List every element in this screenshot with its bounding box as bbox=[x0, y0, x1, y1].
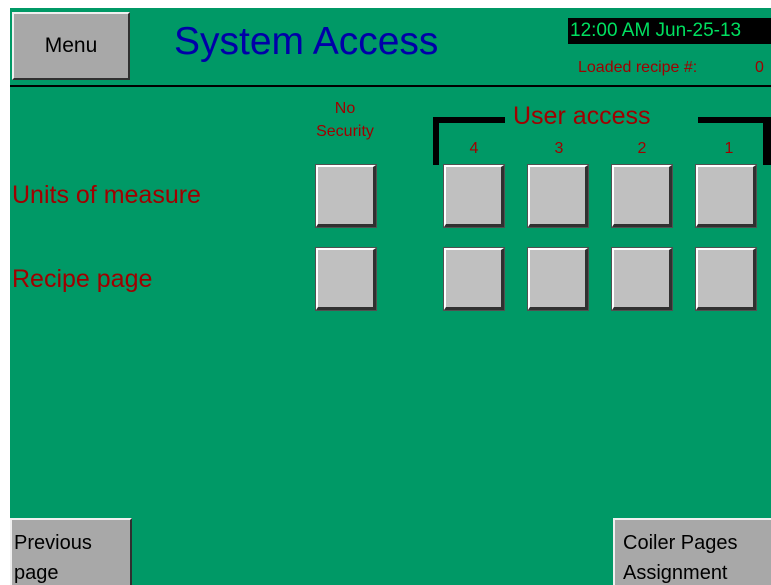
units-level-4-checkbox[interactable] bbox=[443, 164, 505, 228]
menu-button[interactable]: Menu bbox=[12, 12, 130, 80]
no-security-line2: Security bbox=[316, 123, 374, 140]
loaded-recipe-label: Loaded recipe #: bbox=[578, 59, 698, 76]
coiler-pages-assignment-button[interactable]: Coiler Pages Assignment bbox=[613, 518, 771, 585]
level-3-label: 3 bbox=[554, 140, 564, 157]
page-title: System Access bbox=[174, 20, 439, 63]
user-access-bracket-right-top bbox=[698, 117, 771, 123]
units-level-1-checkbox[interactable] bbox=[695, 164, 757, 228]
clock-display: 12:00 AM Jun-25-13 bbox=[568, 18, 771, 44]
level-2-label: 2 bbox=[637, 140, 647, 157]
user-access-title: User access bbox=[513, 102, 651, 130]
units-no-security-checkbox[interactable] bbox=[315, 164, 377, 228]
previous-page-line1: Previous bbox=[14, 532, 92, 554]
previous-page-line2: page bbox=[14, 562, 59, 584]
loaded-recipe-value: 0 bbox=[755, 59, 764, 76]
units-level-3-checkbox[interactable] bbox=[527, 164, 589, 228]
system-access-screen: Menu System Access 12:00 AM Jun-25-13 Lo… bbox=[10, 8, 771, 585]
previous-page-button[interactable]: Previous page bbox=[10, 518, 132, 585]
coiler-pages-line2: Assignment bbox=[623, 562, 728, 584]
recipe-level-4-checkbox[interactable] bbox=[443, 247, 505, 311]
recipe-level-1-checkbox[interactable] bbox=[695, 247, 757, 311]
row-label-recipe-page: Recipe page bbox=[12, 265, 153, 293]
recipe-level-3-checkbox[interactable] bbox=[527, 247, 589, 311]
units-level-2-checkbox[interactable] bbox=[611, 164, 673, 228]
no-security-header: No Security bbox=[300, 97, 390, 143]
level-1-label: 1 bbox=[724, 140, 734, 157]
coiler-pages-line1: Coiler Pages bbox=[623, 532, 738, 554]
recipe-level-2-checkbox[interactable] bbox=[611, 247, 673, 311]
no-security-line1: No bbox=[334, 100, 356, 117]
row-label-units-of-measure: Units of measure bbox=[12, 181, 201, 209]
user-access-bracket-right-side bbox=[763, 117, 771, 165]
header-divider bbox=[10, 85, 771, 87]
user-access-bracket-left-top bbox=[433, 117, 505, 123]
user-access-bracket-left-side bbox=[433, 117, 439, 165]
level-4-label: 4 bbox=[469, 140, 479, 157]
recipe-no-security-checkbox[interactable] bbox=[315, 247, 377, 311]
